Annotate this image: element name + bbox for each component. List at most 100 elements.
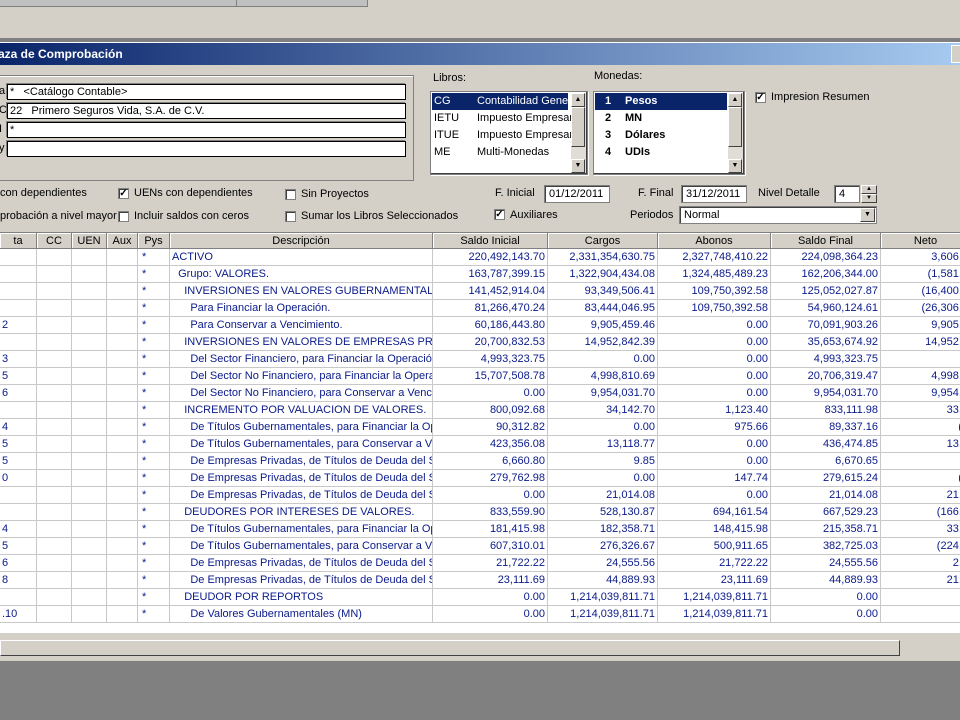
libros-listbox[interactable]: CG Contabilidad General IETU Impuesto Em… [430,91,588,175]
cell-uen [72,538,107,555]
table-row[interactable]: 6 * Del Sector No Financiero, para Conser… [0,385,960,402]
compania-input[interactable]: 22 Primero Seguros Vida, S.A. de C.V. [7,103,406,119]
uen-input[interactable]: * [7,122,406,138]
cell-cuenta [0,283,37,300]
cell-neto [881,453,960,470]
cell-cc [37,470,72,487]
table-row[interactable]: 5 * De Títulos Gubernamentales, para Cons… [0,436,960,453]
sumar-libros-checkbox[interactable] [285,211,296,222]
toolbar-pane [237,0,368,7]
column-header-saldo-inicial[interactable]: Saldo Inicial [433,233,548,249]
monedas-item[interactable]: 4 UDIs [595,144,727,161]
table-row[interactable]: 4 * De Títulos Gubernamentales, para Fina… [0,521,960,538]
comprobacion-mayor-label: probación a nivel mayor [0,210,117,222]
moneda-name: Dólares [625,129,666,141]
f-final-label: F. Final [638,187,674,199]
monedas-item[interactable]: 1 Pesos [595,93,727,110]
window-control-button[interactable] [951,45,960,63]
auxiliares-checkbox[interactable]: ✓ [494,209,505,220]
grid-horizontal-scrollbar[interactable] [0,640,900,656]
impresion-resumen-checkbox[interactable]: ✓ [755,92,766,103]
libros-item[interactable]: ITUE Impuesto Empresarial [432,127,584,144]
column-header-cc[interactable]: CC [37,233,72,249]
nivel-detalle-spinner[interactable]: ▲ ▼ [861,185,877,203]
table-row[interactable]: * De Empresas Privadas, de Títulos de De… [0,487,960,504]
nivel-detalle-input[interactable]: 4 [834,185,860,203]
cell-aux [107,572,138,589]
catalogo-input[interactable]: * <Catálogo Contable> [7,84,406,100]
table-row[interactable]: 6 * De Empresas Privadas, de Títulos de D… [0,555,960,572]
column-header-cuenta[interactable]: ta [0,233,37,249]
libros-scrollbar[interactable]: ▲ ▼ [571,93,586,173]
monedas-item[interactable]: 3 Dólares [595,127,727,144]
column-header-pys[interactable]: Pys [138,233,170,249]
libros-item[interactable]: IETU Impuesto Empresarial [432,110,584,127]
scroll-thumb[interactable] [728,107,742,147]
cell-cargos: 14,952,842.39 [548,334,658,351]
libros-item[interactable]: CG Contabilidad General [432,93,580,110]
cell-cargos: 34,142.70 [548,402,658,419]
scroll-up-icon[interactable]: ▲ [728,93,742,107]
cell-cargos: 1,214,039,811.71 [548,606,658,623]
cell-abonos: 0.00 [658,368,771,385]
libros-item[interactable]: ME Multi-Monedas [432,144,568,161]
cell-descripcion: DEUDOR POR REPORTOS [170,589,433,606]
table-row[interactable]: 8 * De Empresas Privadas, de Títulos de D… [0,572,960,589]
cell-neto: 9,954,0 [881,385,960,402]
cell-aux [107,266,138,283]
cell-cc [37,283,72,300]
table-row[interactable]: 0 * De Empresas Privadas, de Títulos de D… [0,470,960,487]
f-inicial-input[interactable]: 01/12/2011 [544,185,610,203]
proyecto-input[interactable] [7,141,406,157]
cell-cuenta [0,266,37,283]
cell-cuenta: 6 [0,555,37,572]
scroll-down-icon[interactable]: ▼ [728,159,742,173]
cell-cc [37,368,72,385]
table-row[interactable]: * DEUDOR POR REPORTOS 0.00 1,214,039,811.7… [0,589,960,606]
f-final-input[interactable]: 31/12/2011 [681,185,747,203]
column-header-descripcion[interactable]: Descripción [170,233,433,249]
table-row[interactable]: * DEUDORES POR INTERESES DE VALORES. 833,… [0,504,960,521]
periodos-select[interactable]: Normal ▼ [679,206,877,224]
chevron-down-icon[interactable]: ▼ [860,208,875,222]
cell-cargos: 9,905,459.46 [548,317,658,334]
scroll-up-icon[interactable]: ▲ [571,93,585,107]
cell-abonos: 0.00 [658,334,771,351]
column-header-saldo-final[interactable]: Saldo Final [771,233,881,249]
table-row[interactable]: * Grupo: VALORES. 163,787,399.15 1,322,904… [0,266,960,283]
cell-cargos: 4,998,810.69 [548,368,658,385]
scroll-down-icon[interactable]: ▼ [571,159,585,173]
table-row[interactable]: 5 * De Títulos Gubernamentales, para Cons… [0,538,960,555]
cell-cuenta [0,487,37,504]
spin-up-icon[interactable]: ▲ [861,185,877,194]
incluir-saldos-ceros-checkbox[interactable] [118,211,129,222]
monedas-item[interactable]: 2 MN [595,110,727,127]
cell-cargos: 9,954,031.70 [548,385,658,402]
scroll-thumb[interactable] [571,107,585,147]
table-row[interactable]: * Para Financiar la Operación. 81,266,470… [0,300,960,317]
monedas-scrollbar[interactable]: ▲ ▼ [728,93,743,173]
table-row[interactable]: 3 * Del Sector Financiero, para Financiar… [0,351,960,368]
scroll-thumb[interactable] [0,640,900,656]
table-row[interactable]: * ACTIVO 220,492,143.70 2,331,354,630.75 2,3… [0,249,960,266]
sin-proyectos-checkbox[interactable] [285,189,296,200]
uens-con-dependientes-checkbox[interactable]: ✓ [118,188,129,199]
table-row[interactable]: * INCREMENTO POR VALUACION DE VALORES. 80… [0,402,960,419]
table-row[interactable]: * INVERSIONES EN VALORES GUBERNAMENTALES… [0,283,960,300]
impresion-resumen-label: Impresion Resumen [771,91,870,103]
cell-cuenta: 0 [0,470,37,487]
column-header-aux[interactable]: Aux [107,233,138,249]
table-row[interactable]: 4 * De Títulos Gubernamentales, para Fina… [0,419,960,436]
catalog-field-row: a * <Catálogo Contable> [0,84,413,100]
table-row[interactable]: 5 * Del Sector No Financiero, para Financ… [0,368,960,385]
column-header-uen[interactable]: UEN [72,233,107,249]
table-row[interactable]: 2 * Para Conservar a Vencimiento. 60,186,4… [0,317,960,334]
monedas-listbox[interactable]: 1 Pesos 2 MN 3 Dólares 4 UDIs ▲ ▼ [593,91,745,175]
table-row[interactable]: .10 * De Valores Gubernamentales (MN) 0.00… [0,606,960,623]
column-header-abonos[interactable]: Abonos [658,233,771,249]
column-header-cargos[interactable]: Cargos [548,233,658,249]
table-row[interactable]: 5 * De Empresas Privadas, de Títulos de D… [0,453,960,470]
spin-down-icon[interactable]: ▼ [861,194,877,203]
column-header-neto[interactable]: Neto [881,233,960,249]
table-row[interactable]: * INVERSIONES EN VALORES DE EMPRESAS PRI… [0,334,960,351]
